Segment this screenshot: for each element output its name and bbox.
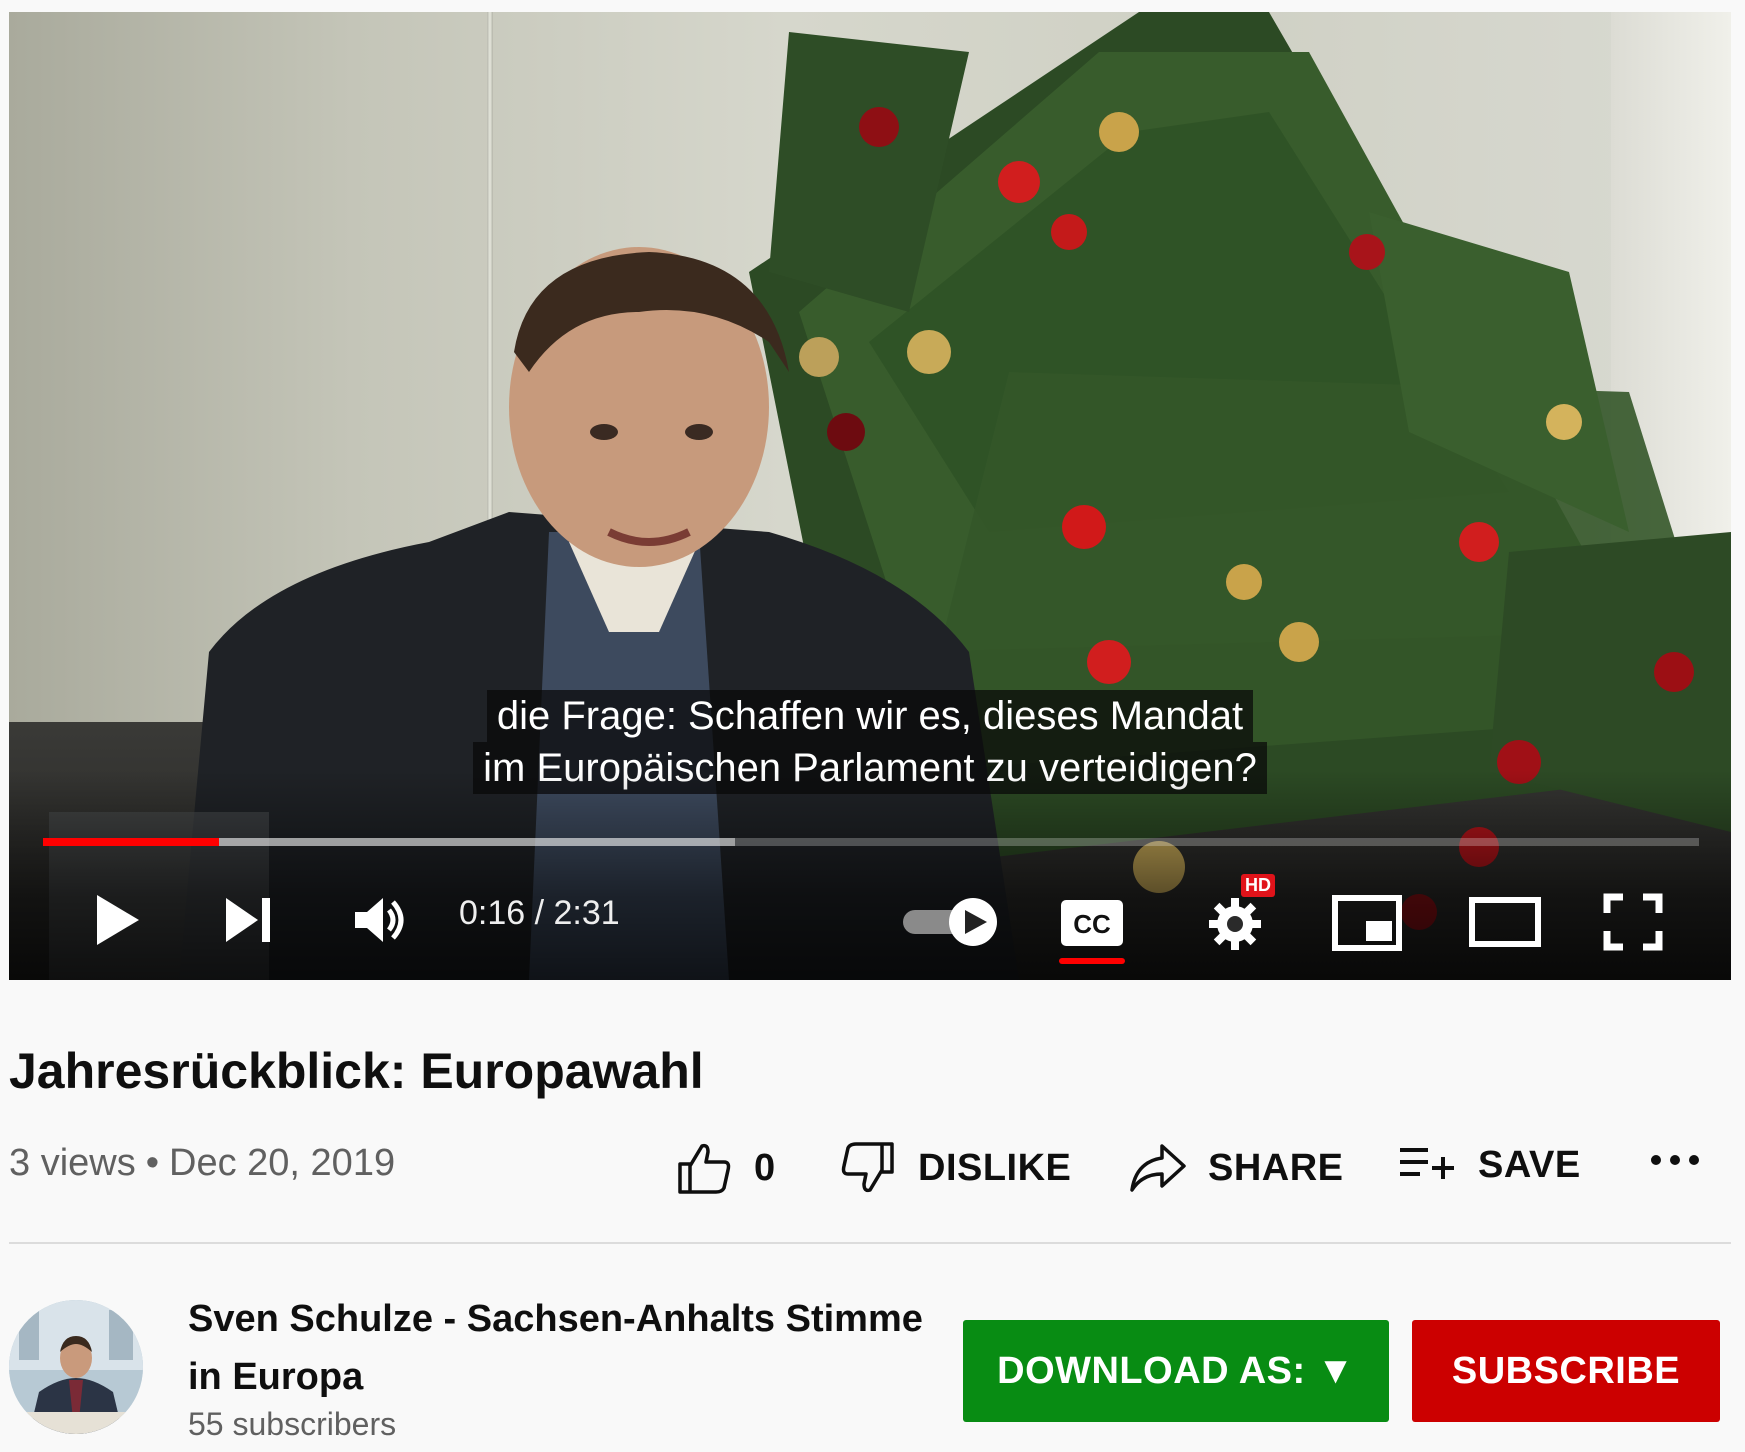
- play-button[interactable]: [87, 890, 147, 950]
- autoplay-toggle-icon: [903, 898, 997, 946]
- upload-date: Dec 20, 2019: [169, 1142, 396, 1184]
- download-as-button[interactable]: DOWNLOAD AS: ▼: [963, 1320, 1389, 1422]
- svg-text:CC: CC: [1073, 909, 1111, 939]
- dislike-button[interactable]: DISLIKE: [840, 1140, 1071, 1196]
- share-button[interactable]: SHARE: [1128, 1140, 1344, 1196]
- miniplayer-button[interactable]: [1331, 894, 1403, 952]
- avatar-image: [9, 1300, 143, 1434]
- share-icon: [1130, 1144, 1186, 1192]
- play-icon: [97, 895, 139, 945]
- like-button[interactable]: 0: [676, 1140, 776, 1196]
- progress-bar[interactable]: [43, 838, 1699, 846]
- like-count: 0: [754, 1146, 776, 1189]
- fullscreen-button[interactable]: [1601, 892, 1665, 952]
- subscriber-count: 55 subscribers: [188, 1406, 397, 1442]
- volume-button[interactable]: [349, 890, 413, 950]
- video-player[interactable]: die Frage: Schaffen wir es, dieses Manda…: [9, 12, 1731, 980]
- video-meta: 3 views • Dec 20, 2019: [9, 1142, 395, 1185]
- channel-name[interactable]: Sven Schulze - Sachsen-Anhalts Stimme in…: [188, 1290, 928, 1406]
- dislike-label: DISLIKE: [918, 1146, 1072, 1189]
- share-label: SHARE: [1208, 1146, 1344, 1189]
- channel-avatar[interactable]: [9, 1300, 143, 1434]
- theater-mode-icon: [1469, 897, 1541, 947]
- time-display: 0:16 / 2:31: [459, 894, 620, 932]
- miniplayer-icon: [1332, 895, 1402, 951]
- theater-mode-button[interactable]: [1469, 896, 1541, 948]
- autoplay-toggle[interactable]: [901, 896, 1005, 948]
- captions-icon: CC: [1061, 900, 1123, 946]
- caption-line: die Frage: Schaffen wir es, dieses Manda…: [486, 690, 1254, 742]
- fullscreen-icon: [1603, 893, 1663, 951]
- playlist-add-icon: [1400, 1148, 1454, 1179]
- captions-active-indicator: [1059, 958, 1125, 964]
- next-icon: [226, 898, 270, 942]
- subscribe-button[interactable]: SUBSCRIBE: [1412, 1320, 1720, 1422]
- thumbs-down-icon: [841, 1142, 894, 1193]
- divider: [9, 1242, 1731, 1244]
- view-count: 3 views: [9, 1142, 136, 1184]
- meta-separator: •: [145, 1142, 160, 1184]
- played-progress: [43, 838, 219, 846]
- settings-button[interactable]: [1205, 896, 1265, 952]
- more-icon: [1651, 1155, 1699, 1165]
- video-title: Jahresrückblick: Europawahl: [9, 1043, 704, 1099]
- captions-button[interactable]: CC: [1059, 898, 1125, 948]
- thumbs-up-icon: [678, 1143, 731, 1194]
- more-actions-button[interactable]: [1650, 1150, 1700, 1170]
- save-button[interactable]: SAVE: [1398, 1140, 1581, 1190]
- hd-badge: HD: [1241, 874, 1275, 897]
- next-button[interactable]: [219, 890, 279, 950]
- save-label: SAVE: [1478, 1143, 1581, 1186]
- volume-icon: [355, 898, 404, 942]
- settings-icon: [1209, 898, 1261, 950]
